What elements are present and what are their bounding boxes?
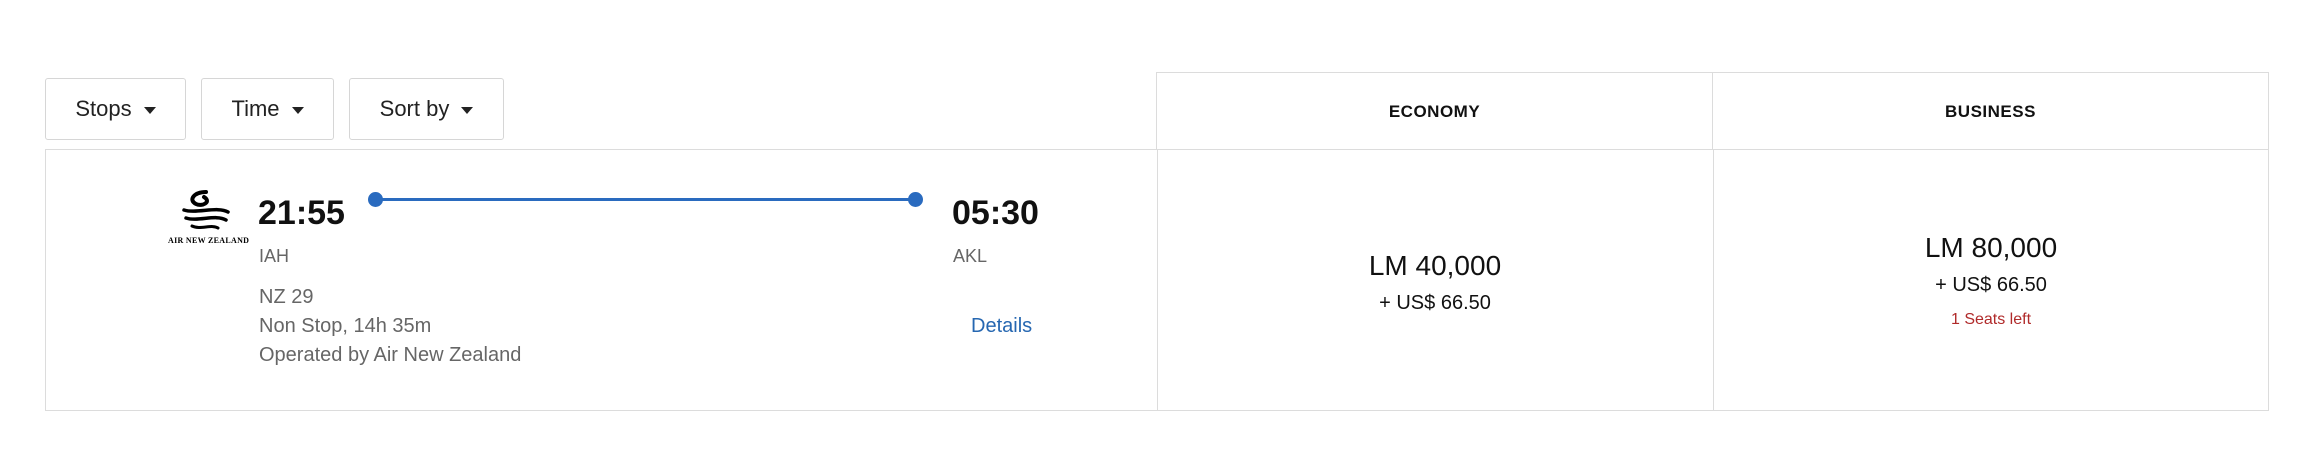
stops-filter-button[interactable]: Stops [45, 78, 186, 140]
details-link[interactable]: Details [971, 315, 1032, 338]
departure-dot-icon [368, 192, 383, 207]
chevron-down-icon [461, 106, 474, 114]
airline-logo-caption: AIR NEW ZEALAND [168, 236, 250, 245]
sort-by-button[interactable]: Sort by [349, 78, 504, 140]
route-line [375, 198, 915, 201]
economy-column-header: ECONOMY [1156, 72, 1713, 150]
flight-number: NZ 29 [259, 286, 314, 308]
seats-left-badge: 1 Seats left [1950, 311, 2032, 328]
operated-by: Operated by Air New Zealand [259, 344, 522, 366]
flight-result-card: AIR NEW ZEALAND 21:55 05:30 IAH AKL NZ 2… [45, 149, 2269, 411]
chevron-down-icon [143, 106, 156, 114]
sort-by-label: Sort by [379, 96, 450, 121]
economy-points-price: LM 40,000 [1368, 250, 1502, 281]
business-points-price: LM 80,000 [1924, 232, 2058, 263]
economy-tax-price: + US$ 66.50 [1379, 292, 1491, 314]
business-fare-cell[interactable]: LM 80,000 + US$ 66.50 1 Seats left [1713, 150, 2269, 410]
arrival-dot-icon [908, 192, 923, 207]
chevron-down-icon [291, 106, 304, 114]
arrival-airport: AKL [953, 246, 988, 266]
departure-time: 21:55 [258, 194, 345, 232]
arrival-time: 05:30 [952, 194, 1039, 232]
departure-airport: IAH [259, 246, 290, 266]
stops-filter-label: Stops [75, 96, 132, 121]
time-filter-button[interactable]: Time [201, 78, 334, 140]
business-tax-price: + US$ 66.50 [1935, 274, 2047, 296]
business-column-header: BUSINESS [1712, 72, 2269, 150]
stops-duration: Non Stop, 14h 35m [259, 315, 432, 337]
economy-fare-cell[interactable]: LM 40,000 + US$ 66.50 [1157, 150, 1713, 410]
time-filter-label: Time [231, 96, 280, 121]
